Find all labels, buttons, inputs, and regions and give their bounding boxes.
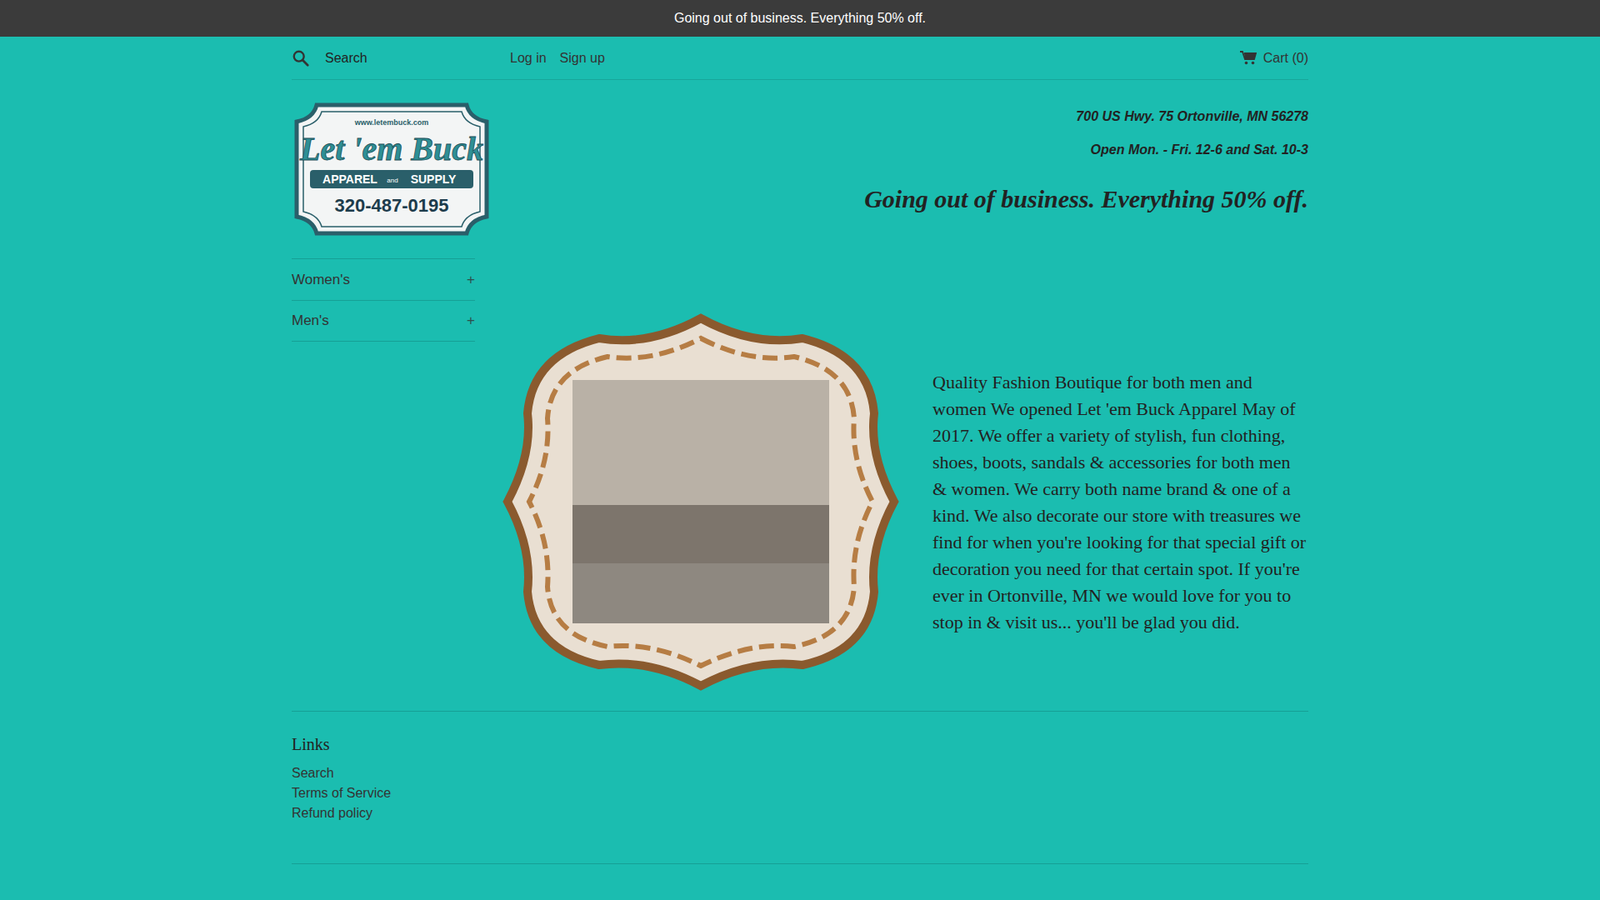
expand-toggle[interactable]: + bbox=[466, 310, 475, 332]
announcement-text: Going out of business. Everything 50% of… bbox=[674, 8, 926, 29]
logo-word: and bbox=[386, 176, 398, 185]
header-link[interactable]: Sign up bbox=[560, 48, 605, 69]
footer-heading: Links bbox=[291, 731, 1309, 757]
cart-icon bbox=[1240, 50, 1257, 65]
store-hours: Open Mon. - Fri. 12-6 and Sat. 10-3 bbox=[864, 140, 1309, 160]
cart-link[interactable]: Cart (0) bbox=[1240, 48, 1309, 69]
announcement-bar: Going out of business. Everything 50% of… bbox=[0, 0, 1600, 37]
store-address: 700 US Hwy. 75 Ortonville, MN 56278 bbox=[864, 106, 1309, 127]
header-link[interactable]: Log in bbox=[510, 48, 547, 69]
logo-word: APPAREL bbox=[322, 172, 378, 186]
sidebar-label[interactable]: Women's bbox=[291, 269, 350, 291]
sidebar-nav: Women's + Men's + bbox=[291, 258, 475, 691]
store-photo bbox=[502, 313, 900, 691]
logo-url: www.letembuck.com bbox=[354, 118, 430, 127]
header-bar: Log in Sign up Cart (0) bbox=[291, 36, 1309, 80]
store-logo[interactable]: www.letembuck.com Let 'em Buck APPAREL a… bbox=[291, 100, 492, 239]
footer: Links SearchTerms of ServiceRefund polic… bbox=[291, 710, 1309, 865]
cart-text[interactable]: Cart (0) bbox=[1263, 48, 1309, 69]
sidebar-item[interactable]: Women's + bbox=[291, 258, 475, 300]
logo-phone: 320-487-0195 bbox=[334, 195, 449, 216]
sidebar-label[interactable]: Men's bbox=[291, 310, 330, 332]
logo-name: Let 'em Buck bbox=[299, 130, 484, 168]
store-info: 700 US Hwy. 75 Ortonville, MN 56278 Open… bbox=[864, 100, 1309, 239]
about-text: Quality Fashion Boutique for both men an… bbox=[932, 369, 1308, 636]
logo-word: SUPPLY bbox=[410, 172, 457, 186]
sidebar-item[interactable]: Men's + bbox=[291, 300, 475, 342]
expand-toggle[interactable]: + bbox=[466, 269, 475, 291]
footer-link[interactable]: Refund policy bbox=[291, 803, 373, 824]
store-header: www.letembuck.com Let 'em Buck APPAREL a… bbox=[291, 80, 1309, 239]
page-body: Women's + Men's + Quality Fashion Boutique … bbox=[291, 258, 1309, 691]
footer-link[interactable]: Search bbox=[291, 763, 335, 784]
footer-link[interactable]: Terms of Service bbox=[291, 783, 391, 804]
search-input[interactable] bbox=[323, 47, 490, 70]
sale-banner: Going out of business. Everything 50% of… bbox=[864, 180, 1309, 218]
search-icon[interactable] bbox=[291, 49, 310, 68]
